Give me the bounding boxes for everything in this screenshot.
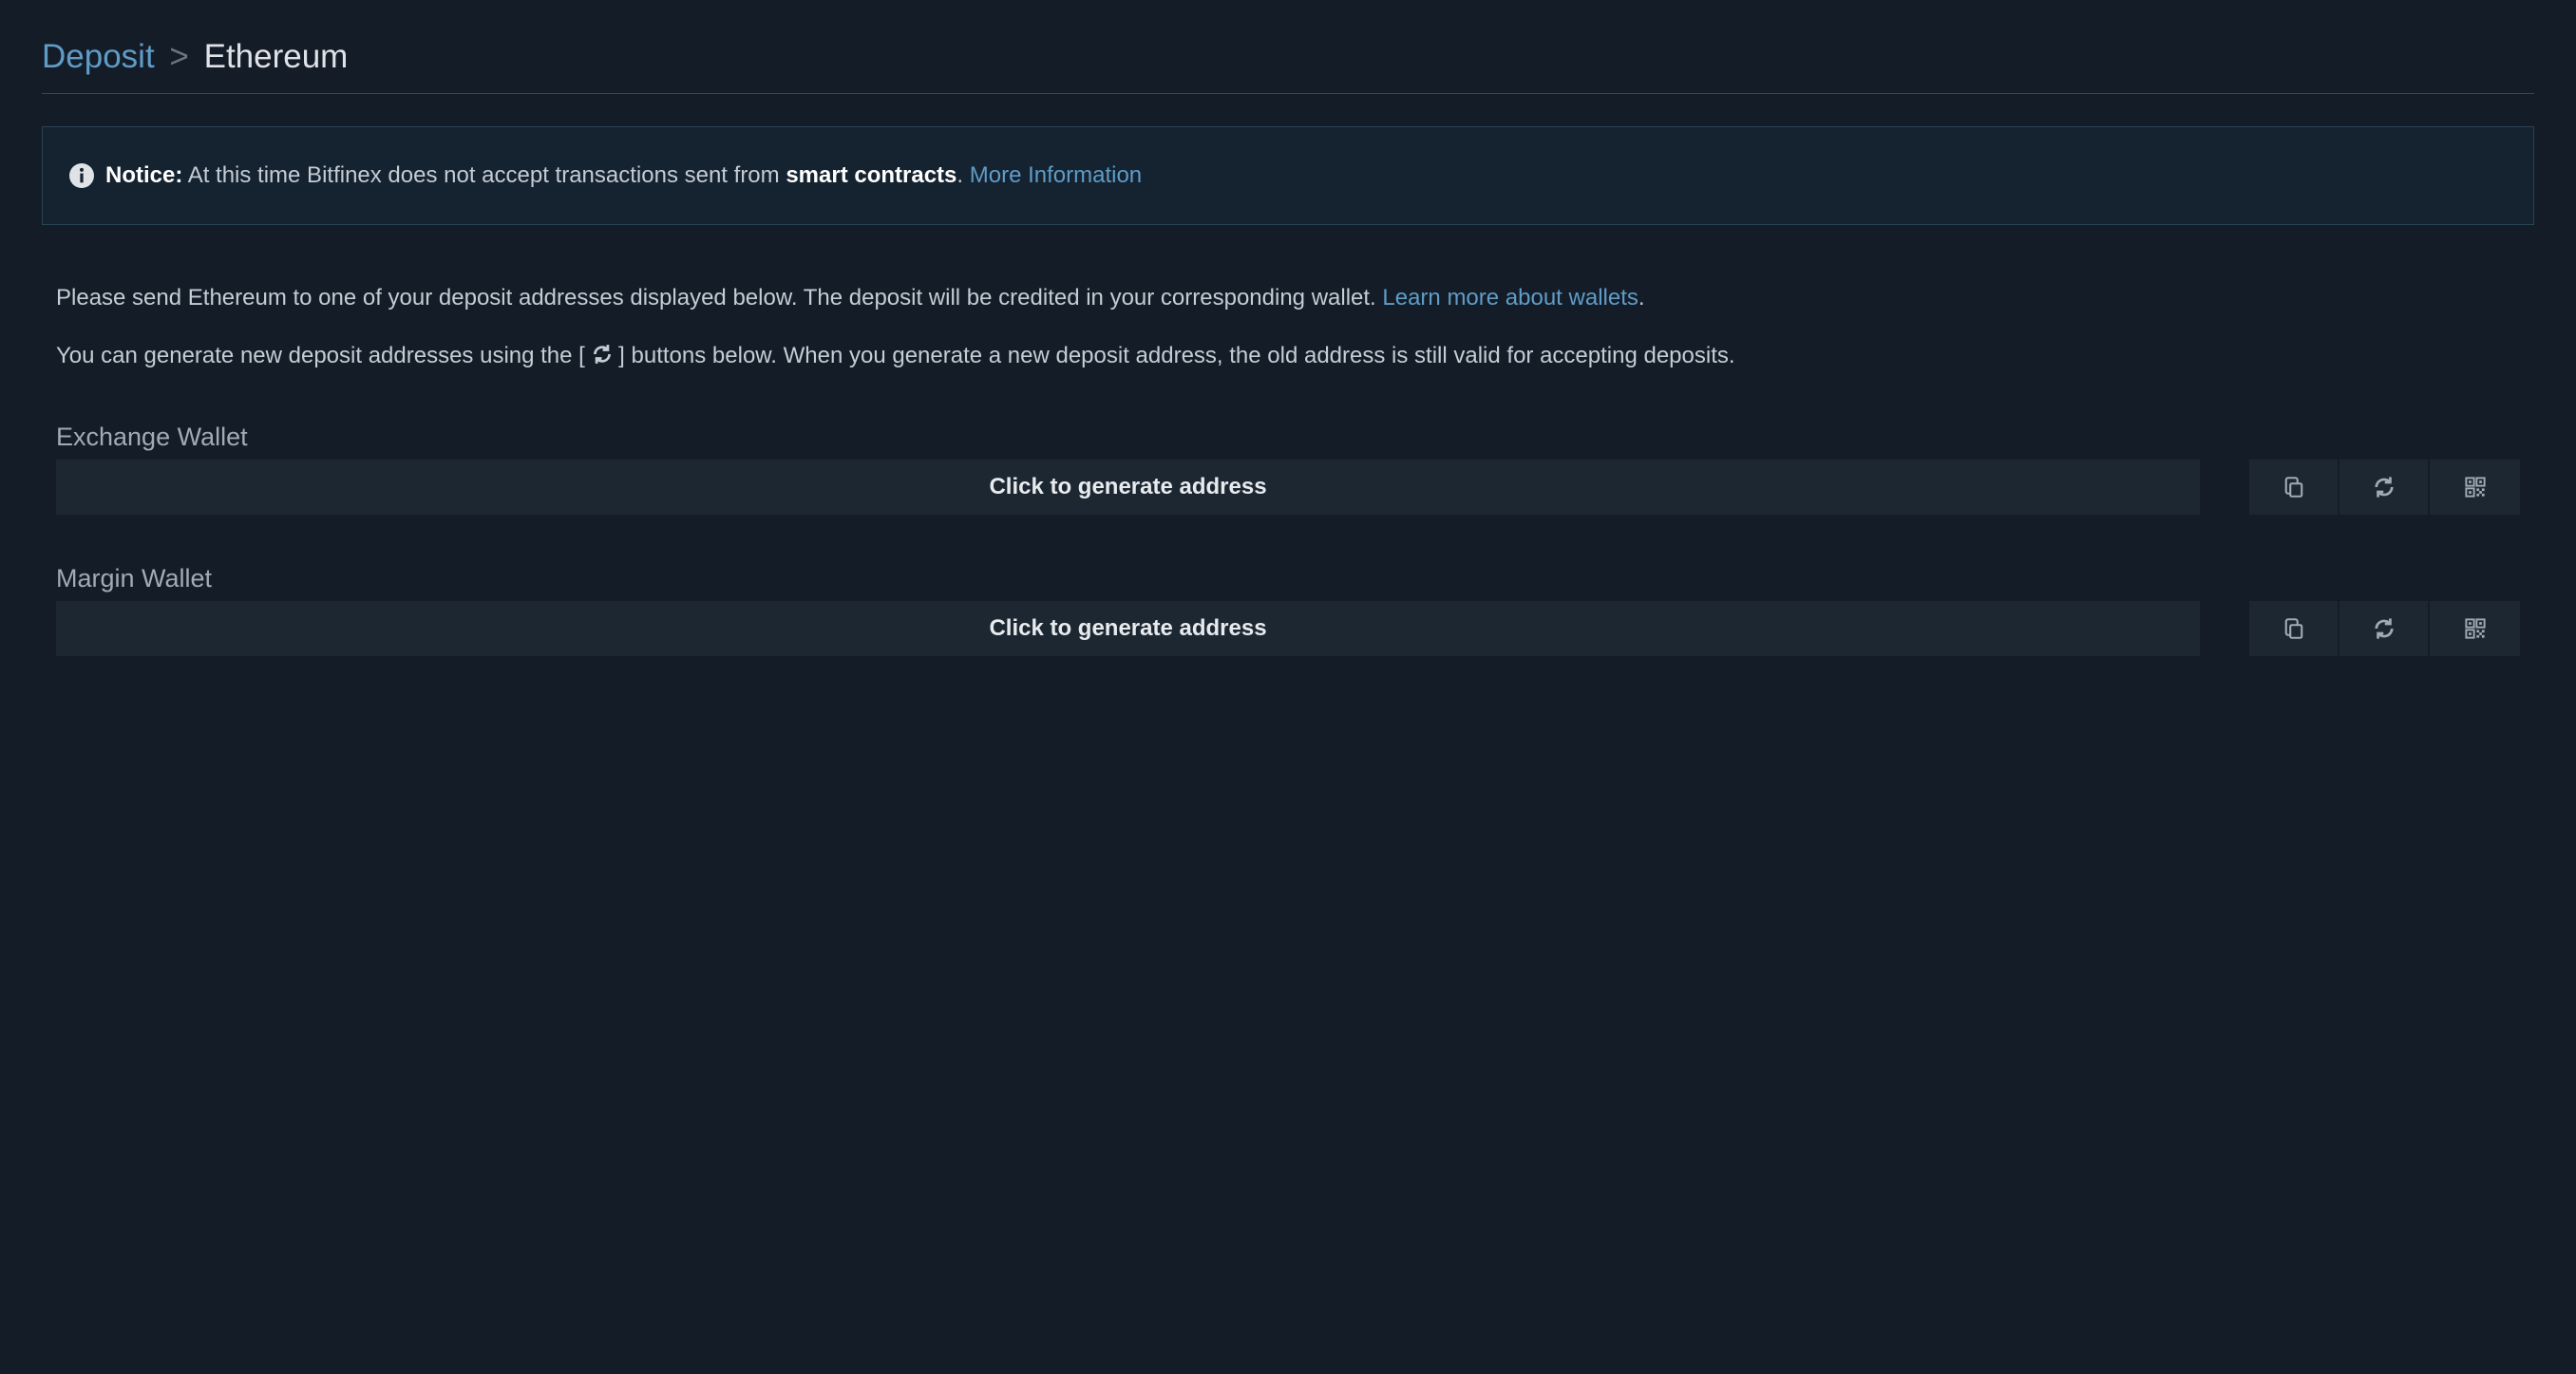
breadcrumb: Deposit > Ethereum <box>42 38 2534 94</box>
refresh-button-exchange[interactable] <box>2339 460 2430 515</box>
wallet-margin-actions <box>2249 601 2520 656</box>
breadcrumb-asset: Ethereum <box>204 38 349 75</box>
copy-icon <box>2282 476 2305 499</box>
notice-text: Notice: At this time Bitfinex does not a… <box>105 160 1142 192</box>
notice-bold-term: smart contracts <box>786 162 957 188</box>
refresh-button-margin[interactable] <box>2339 601 2430 656</box>
refresh-icon-inline <box>592 344 613 365</box>
wallet-margin-section: Margin Wallet Click to generate address <box>56 564 2520 656</box>
copy-button-exchange[interactable] <box>2249 460 2339 515</box>
intro-paragraph-2: You can generate new deposit addresses u… <box>56 338 2520 373</box>
wallet-margin-row: Click to generate address <box>56 601 2520 656</box>
notice-body-after: . <box>957 162 969 188</box>
info-icon <box>69 163 94 188</box>
qr-icon <box>2465 477 2486 498</box>
breadcrumb-deposit-link[interactable]: Deposit <box>42 38 155 75</box>
notice-body-before: At this time Bitfinex does not accept tr… <box>182 162 786 188</box>
wallet-exchange-section: Exchange Wallet Click to generate addres… <box>56 423 2520 515</box>
intro-paragraph-1: Please send Ethereum to one of your depo… <box>56 280 2520 315</box>
copy-button-margin[interactable] <box>2249 601 2339 656</box>
refresh-icon <box>2373 617 2396 640</box>
wallet-exchange-row: Click to generate address <box>56 460 2520 515</box>
notice-box: Notice: At this time Bitfinex does not a… <box>42 126 2534 225</box>
copy-icon <box>2282 617 2305 640</box>
breadcrumb-separator: > <box>169 38 188 75</box>
intro-p2-before: You can generate new deposit addresses u… <box>56 343 592 368</box>
generate-address-button-exchange[interactable]: Click to generate address <box>56 460 2200 515</box>
wallet-exchange-title: Exchange Wallet <box>56 423 2520 452</box>
qr-button-margin[interactable] <box>2430 601 2520 656</box>
intro-p1-before: Please send Ethereum to one of your depo… <box>56 285 1382 311</box>
wallet-exchange-actions <box>2249 460 2520 515</box>
qr-button-exchange[interactable] <box>2430 460 2520 515</box>
wallet-margin-title: Margin Wallet <box>56 564 2520 593</box>
more-information-link[interactable]: More Information <box>970 162 1142 188</box>
learn-wallets-link[interactable]: Learn more about wallets <box>1382 285 1638 311</box>
refresh-icon <box>2373 476 2396 499</box>
qr-icon <box>2465 618 2486 639</box>
info-section: Please send Ethereum to one of your depo… <box>42 280 2534 656</box>
intro-p2-after: ] buttons below. When you generate a new… <box>613 343 1735 368</box>
intro-p1-after: . <box>1638 285 1645 311</box>
notice-label: Notice: <box>105 162 182 188</box>
generate-address-button-margin[interactable]: Click to generate address <box>56 601 2200 656</box>
